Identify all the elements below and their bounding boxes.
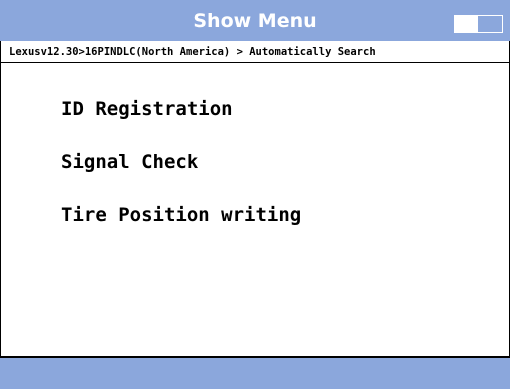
menu-item-id-registration[interactable]: ID Registration [61,96,301,122]
main-content: Lexusv12.30>16PINDLC(North America) > Au… [0,41,510,358]
battery-outline [478,15,503,33]
battery-level-fill [454,15,478,33]
device-screen: Show Menu Lexusv12.30>16PINDLC(North Ame… [0,0,510,389]
page-title: Show Menu [193,10,317,32]
menu-item-tire-position-writing[interactable]: Tire Position writing [61,202,301,228]
battery-icon [454,15,504,33]
breadcrumb: Lexusv12.30>16PINDLC(North America) > Au… [1,41,509,63]
title-bar: Show Menu [0,0,510,41]
menu-item-signal-check[interactable]: Signal Check [61,149,301,175]
bottom-bar [0,358,510,389]
menu-list: ID Registration Signal Check Tire Positi… [61,96,301,255]
